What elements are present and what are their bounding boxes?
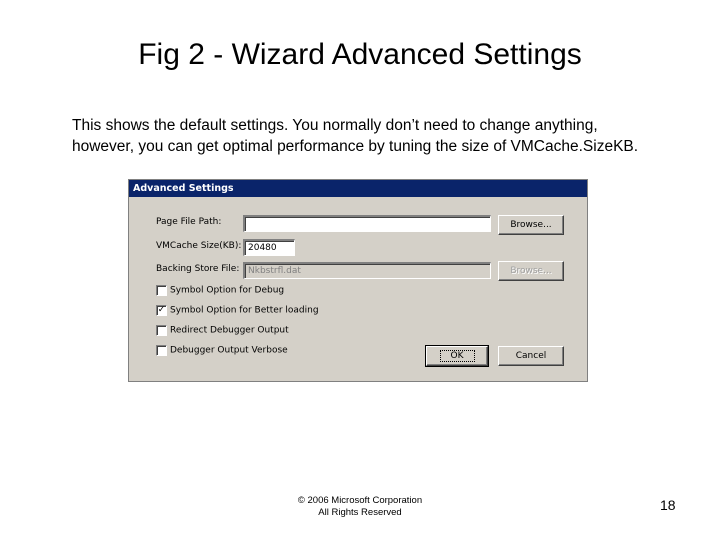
slide-title: Fig 2 - Wizard Advanced Settings <box>138 38 582 71</box>
checkbox-box[interactable] <box>156 285 167 296</box>
checkbox-box[interactable] <box>156 345 167 356</box>
cancel-button[interactable]: Cancel <box>498 346 564 366</box>
checkbox-label: Debugger Output Verbose <box>170 345 288 356</box>
copyright-text: © 2006 Microsoft Corporation <box>297 495 423 506</box>
symbol-option-debug-checkbox[interactable]: Symbol Option for Debug <box>156 285 284 298</box>
page-file-path-input[interactable] <box>243 215 491 232</box>
vmcache-size-label: VMCache Size(KB): <box>156 241 242 251</box>
backing-store-file-input: Nkbstrfl.dat <box>243 262 491 279</box>
backing-store-file-label: Backing Store File: <box>156 264 240 274</box>
checkbox-label: Redirect Debugger Output <box>170 325 289 336</box>
vmcache-size-input[interactable]: 20480 <box>243 239 295 256</box>
advanced-settings-dialog: Advanced Settings Page File Path: Browse… <box>128 179 588 382</box>
page-file-path-label: Page File Path: <box>156 217 222 227</box>
redirect-debugger-output-checkbox[interactable]: Redirect Debugger Output <box>156 325 289 338</box>
ok-button-label: OK <box>439 350 475 362</box>
page-number: 18 <box>660 497 676 513</box>
browse-backing-store-button: Browse... <box>498 261 564 281</box>
description-line-1: This shows the default settings. You nor… <box>72 117 598 134</box>
footer: © 2006 Microsoft Corporation All Rights … <box>0 495 720 519</box>
checkbox-box[interactable] <box>156 325 167 336</box>
rights-text: All Rights Reserved <box>318 507 402 518</box>
description-line-2: however, you can get optimal performance… <box>72 138 639 155</box>
debugger-output-verbose-checkbox[interactable]: Debugger Output Verbose <box>156 345 288 358</box>
browse-page-file-button[interactable]: Browse... <box>498 215 564 235</box>
slide-description: This shows the default settings. You nor… <box>72 115 692 157</box>
checkbox-label: Symbol Option for Debug <box>170 285 285 296</box>
ok-button[interactable]: OK <box>425 345 489 367</box>
checkmark-icon[interactable]: ✓ <box>156 305 167 316</box>
dialog-title-bar[interactable]: Advanced Settings <box>129 180 587 197</box>
symbol-option-better-loading-checkbox[interactable]: ✓ Symbol Option for Better loading <box>156 305 319 318</box>
checkbox-label: Symbol Option for Better loading <box>170 305 319 316</box>
